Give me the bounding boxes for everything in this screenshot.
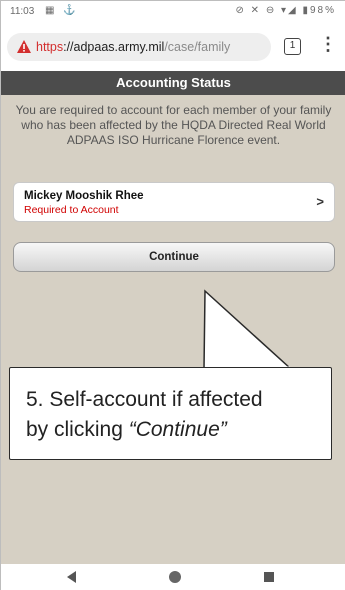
callout-text-emphasis: “Continue” xyxy=(128,418,227,441)
url-path: /case/family xyxy=(164,40,231,54)
status-time: 11:03 xyxy=(10,6,35,17)
more-menu-icon[interactable]: ⋮ xyxy=(319,34,337,55)
notification-icons: ▦ ⚓ xyxy=(45,5,79,16)
home-icon[interactable] xyxy=(169,571,181,583)
member-name: Mickey Mooshik Rhee xyxy=(24,190,144,202)
status-bar: 11:03 ▦ ⚓ ⊘ ✕ ⊖ ▾◢ ▮98% xyxy=(1,1,345,23)
app-content: Accounting Status You are required to ac… xyxy=(1,71,345,564)
callout-box: 5. Self-account if affected by clicking … xyxy=(9,367,332,460)
url-text: https://adpaas.army.mil/case/family xyxy=(36,40,230,54)
recent-apps-icon[interactable] xyxy=(264,572,274,582)
phone-screen: 11:03 ▦ ⚓ ⊘ ✕ ⊖ ▾◢ ▮98% https://adpaas.a… xyxy=(0,0,345,590)
family-member-item[interactable]: Mickey Mooshik Rhee Required to Account … xyxy=(13,182,335,222)
browser-toolbar: https://adpaas.army.mil/case/family 1 ⋮ xyxy=(1,23,345,71)
warning-icon xyxy=(17,40,31,53)
page-title: Accounting Status xyxy=(1,71,345,95)
callout-text-line2: by clicking “Continue” xyxy=(26,418,227,442)
navigation-bar xyxy=(1,564,345,590)
instructions-text: You are required to account for each mem… xyxy=(15,103,332,147)
address-bar[interactable]: https://adpaas.army.mil/case/family xyxy=(7,33,271,61)
tab-switcher-button[interactable]: 1 xyxy=(284,38,301,55)
callout-text-prefix: by clicking xyxy=(26,418,129,441)
back-icon[interactable] xyxy=(67,571,76,583)
continue-button[interactable]: Continue xyxy=(13,242,335,272)
system-status-icons: ⊘ ✕ ⊖ ▾◢ ▮98% xyxy=(235,5,336,16)
member-status: Required to Account xyxy=(24,204,119,216)
url-scheme: https xyxy=(36,40,64,54)
url-host: ://adpaas.army.mil xyxy=(63,40,165,54)
chevron-right-icon: > xyxy=(316,194,324,209)
callout-text-line1: 5. Self-account if affected xyxy=(26,388,263,411)
